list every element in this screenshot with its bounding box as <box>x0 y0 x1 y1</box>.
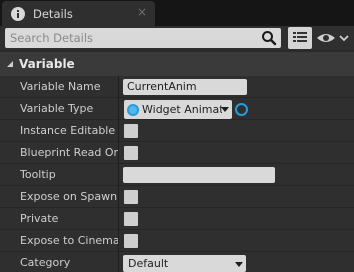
column-splitter[interactable] <box>118 142 119 164</box>
category-header-variable[interactable]: Variable <box>0 52 354 76</box>
column-splitter[interactable] <box>118 186 119 208</box>
blueprint-read-only-checkbox[interactable] <box>124 146 138 160</box>
property-label: Private <box>20 212 59 225</box>
list-view-icon <box>293 32 307 42</box>
container-type-button[interactable] <box>235 103 248 116</box>
chevron-down-icon <box>221 107 229 112</box>
search-input[interactable] <box>5 31 245 45</box>
property-label: Tooltip <box>20 168 56 181</box>
category-value: Default <box>128 257 169 270</box>
property-row-blueprint-read-only: Blueprint Read Only <box>0 142 354 164</box>
property-label: Variable Name <box>20 80 101 93</box>
chevron-down-icon <box>7 61 13 67</box>
column-splitter[interactable] <box>118 208 119 230</box>
tab-title: Details <box>33 6 73 21</box>
property-label: Category <box>20 256 71 269</box>
column-splitter[interactable] <box>118 164 119 186</box>
category-dropdown[interactable]: Default <box>123 255 246 272</box>
column-splitter[interactable] <box>118 252 119 272</box>
property-row-tooltip: Tooltip <box>0 164 354 186</box>
property-label: Blueprint Read Only <box>20 146 118 159</box>
property-label: Expose to Cinemati <box>20 234 118 247</box>
info-icon <box>11 6 25 21</box>
expose-on-spawn-checkbox[interactable] <box>124 190 138 204</box>
tab-strip: Details × <box>0 0 354 26</box>
property-row-variable-type: Variable Type Widget Animati <box>0 98 354 120</box>
private-checkbox[interactable] <box>124 212 138 226</box>
chevron-down-icon <box>235 262 243 267</box>
search-icon[interactable] <box>261 30 277 46</box>
property-row-variable-name: Variable Name CurrentAnim <box>0 76 354 98</box>
property-row-expose-to-cinematics: Expose to Cinemati <box>0 230 354 252</box>
property-label: Expose on Spawn <box>20 190 118 203</box>
search-box[interactable] <box>5 28 281 48</box>
column-splitter[interactable] <box>118 230 119 252</box>
variable-type-value: Widget Animati <box>142 103 222 116</box>
close-icon[interactable]: × <box>137 6 147 18</box>
column-splitter[interactable] <box>118 76 119 98</box>
variable-type-dropdown[interactable]: Widget Animati <box>124 100 232 119</box>
type-pin-icon <box>127 103 139 116</box>
tooltip-field[interactable] <box>123 167 275 183</box>
search-row <box>0 26 354 50</box>
instance-editable-checkbox[interactable] <box>124 124 138 138</box>
category-title: Variable <box>19 57 75 71</box>
property-row-category: Category Default <box>0 252 354 272</box>
property-label: Variable Type <box>20 102 94 115</box>
property-row-instance-editable: Instance Editable <box>0 120 354 142</box>
property-list: Variable Name CurrentAnim Variable Type … <box>0 76 354 272</box>
expose-to-cinematics-checkbox[interactable] <box>124 234 138 248</box>
list-view-button[interactable] <box>288 27 312 49</box>
eye-icon <box>317 34 349 42</box>
column-splitter[interactable] <box>118 98 119 120</box>
variable-name-field[interactable]: CurrentAnim <box>123 79 247 95</box>
column-splitter[interactable] <box>118 120 119 142</box>
view-options-button[interactable] <box>316 29 350 47</box>
tab-details[interactable]: Details × <box>2 1 155 26</box>
property-label: Instance Editable <box>20 124 116 137</box>
property-row-expose-on-spawn: Expose on Spawn <box>0 186 354 208</box>
property-row-private: Private <box>0 208 354 230</box>
